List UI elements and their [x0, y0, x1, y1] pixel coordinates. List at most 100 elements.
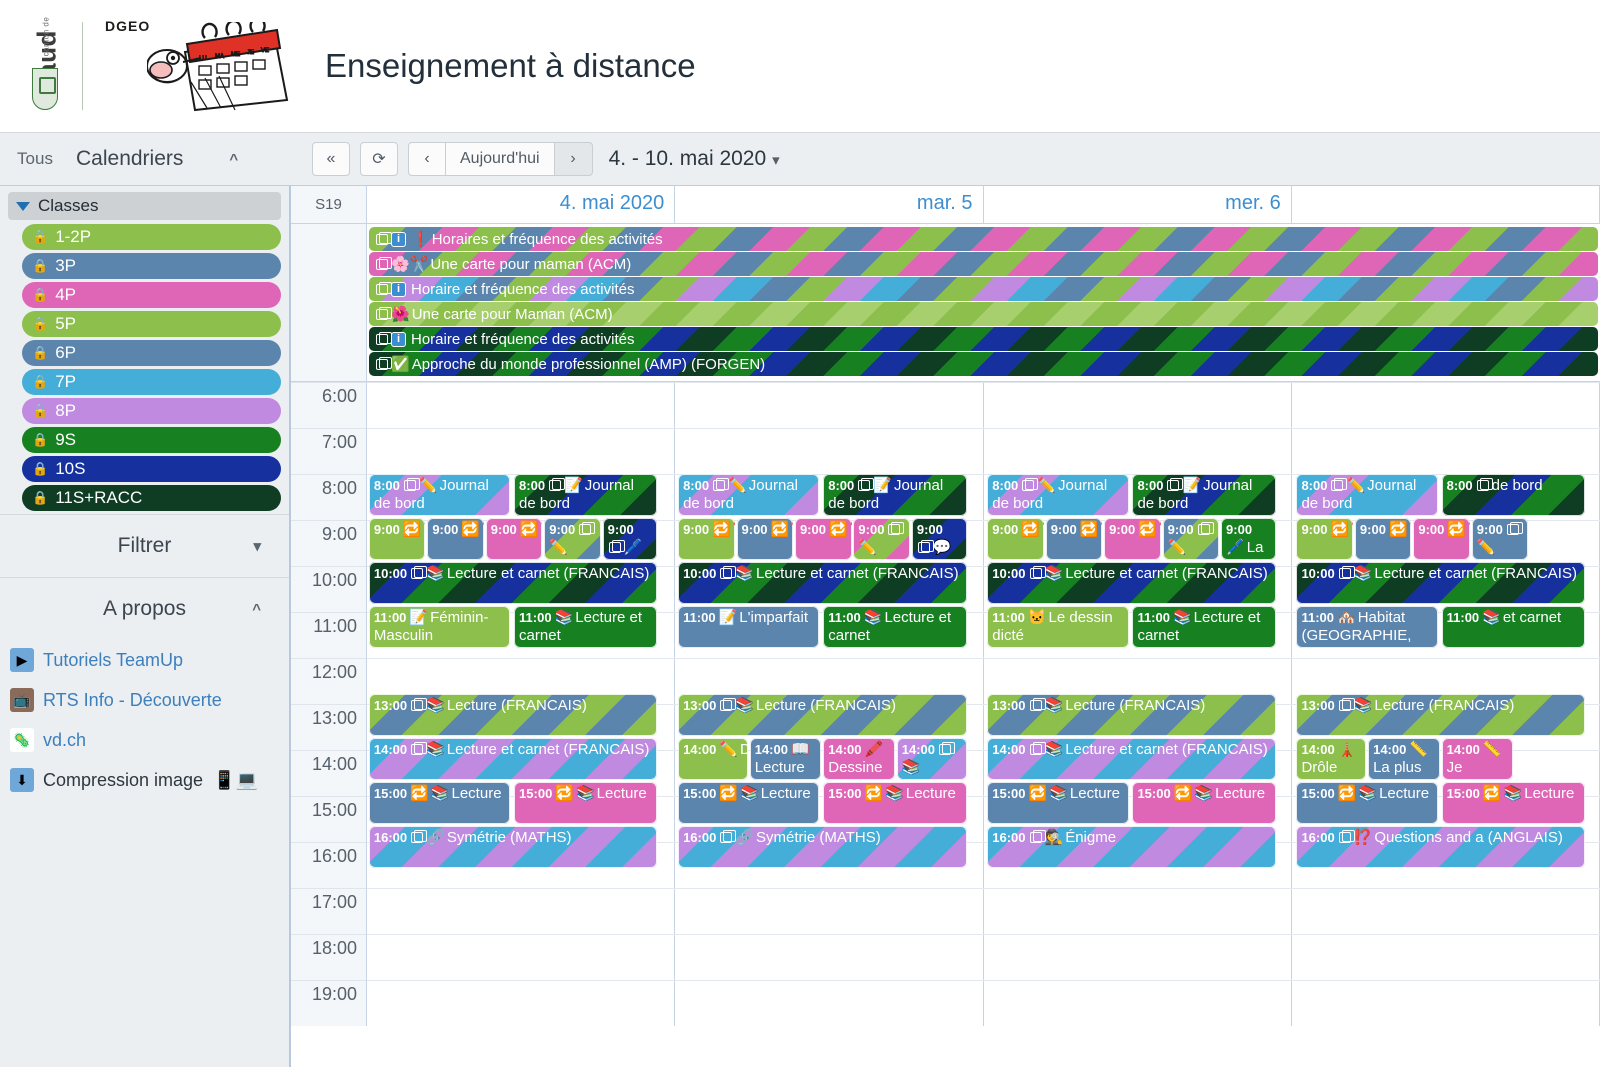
- about-section-header[interactable]: A propos ^: [0, 578, 289, 640]
- time-grid[interactable]: 6:007:008:009:0010:0011:0012:0013:0014:0…: [291, 382, 1600, 1067]
- calendar-event[interactable]: 11:00📚Lecture et carnet: [1132, 606, 1275, 648]
- day-cell[interactable]: [984, 429, 1292, 474]
- calendar-event[interactable]: 15:00🔁📚Lecture: [1442, 782, 1585, 824]
- calendar-event[interactable]: 15:00🔁📚Lecture: [1296, 782, 1437, 824]
- about-item[interactable]: 🦠vd.ch: [0, 720, 289, 760]
- hour-cells[interactable]: [367, 428, 1600, 474]
- day-header-2[interactable]: mer. 6: [984, 186, 1292, 223]
- prev-all-button[interactable]: «: [312, 142, 350, 176]
- calendar-event[interactable]: 15:00🔁📚Lecture: [1132, 782, 1275, 824]
- calendar-event[interactable]: 9:00✏️: [1472, 518, 1529, 560]
- day-cell[interactable]: [367, 429, 675, 474]
- calendar-event[interactable]: 14:00📚: [897, 738, 967, 780]
- calendar-event[interactable]: 8:00de bord: [1442, 474, 1585, 516]
- calendar-item-3p[interactable]: 🔒3P: [22, 253, 281, 279]
- hour-cells[interactable]: [367, 382, 1600, 428]
- all-day-event[interactable]: iHoraire et fréquence des activités: [369, 327, 1598, 351]
- day-header-1[interactable]: mar. 5: [675, 186, 983, 223]
- calendar-event[interactable]: 10:00📚Lecture et carnet (FRANCAIS): [369, 562, 657, 604]
- calendar-item-7p[interactable]: 🔒7P: [22, 369, 281, 395]
- chevron-down-icon[interactable]: ▾: [253, 537, 261, 555]
- calendar-item-11s+racc[interactable]: 🔒11S+RACC: [22, 485, 281, 511]
- calendar-event[interactable]: 11:00📚Lecture et carnet: [823, 606, 966, 648]
- day-header-0[interactable]: 4. mai 2020: [367, 186, 675, 223]
- calendar-event[interactable]: 9:00🔁✏️: [427, 518, 484, 560]
- calendar-event[interactable]: 9:00🔁✏️: [1046, 518, 1103, 560]
- all-day-event[interactable]: 🌺Une carte pour Maman (ACM): [369, 302, 1598, 326]
- calendar-item-8p[interactable]: 🔒8P: [22, 398, 281, 424]
- all-day-event[interactable]: 🌸✂️Une carte pour maman (ACM): [369, 252, 1598, 276]
- calendar-event[interactable]: 8:00✏️Journal de bord: [1296, 474, 1437, 516]
- date-range-selector[interactable]: 4. - 10. mai 2020▾: [609, 147, 780, 171]
- calendar-event[interactable]: 11:00📚Lecture et carnet: [514, 606, 657, 648]
- about-item[interactable]: ⬇Compression image📱💻: [0, 760, 289, 800]
- calendar-event[interactable]: 14:00📚Lecture et carnet (FRANCAIS): [369, 738, 657, 780]
- calendar-event[interactable]: 8:00✏️Journal de bord: [987, 474, 1128, 516]
- calendar-event[interactable]: 11:00🐱Le dessin dicté: [987, 606, 1128, 648]
- calendar-event[interactable]: 9:00🔁✏️: [1355, 518, 1412, 560]
- calendar-event[interactable]: 10:00📚Lecture et carnet (FRANCAIS): [1296, 562, 1584, 604]
- calendar-item-1-2p[interactable]: 🔒1-2P: [22, 224, 281, 250]
- calendar-event[interactable]: 16:00⁉️Questions and a (ANGLAIS): [1296, 826, 1584, 868]
- calendar-event[interactable]: 10:00📚Lecture et carnet (FRANCAIS): [678, 562, 966, 604]
- calendar-event[interactable]: 11:00📝L'imparfait: [678, 606, 819, 648]
- calendar-event[interactable]: 13:00📚Lecture (FRANCAIS): [1296, 694, 1584, 736]
- calendar-item-10s[interactable]: 🔒10S: [22, 456, 281, 482]
- next-button[interactable]: ›: [555, 142, 593, 176]
- calendar-event[interactable]: 9:00🔁✏️: [795, 518, 852, 560]
- calendar-event[interactable]: 9:00🔁✏️: [678, 518, 735, 560]
- calendar-event[interactable]: 9:00🔁✏️: [1413, 518, 1470, 560]
- calendar-event[interactable]: 16:00🕵️Énigme: [987, 826, 1275, 868]
- calendar-event[interactable]: 8:00✏️Journal de bord: [678, 474, 819, 516]
- day-cell[interactable]: [367, 383, 675, 428]
- calendar-event[interactable]: 15:00🔁📚Lecture: [678, 782, 819, 824]
- calendar-event[interactable]: 13:00📚Lecture (FRANCAIS): [987, 694, 1275, 736]
- calendar-event[interactable]: 14:00📏Je: [1442, 738, 1514, 780]
- all-day-event[interactable]: i❗Horaires et fréquence des activités: [369, 227, 1598, 251]
- day-cell[interactable]: [675, 383, 983, 428]
- calendar-event[interactable]: 9:00🖊️: [603, 518, 658, 560]
- calendar-event[interactable]: 9:00🔁✏️: [1104, 518, 1161, 560]
- calendar-event[interactable]: 13:00📚Lecture (FRANCAIS): [369, 694, 657, 736]
- today-button[interactable]: Aujourd'hui: [446, 142, 555, 176]
- classes-group-header[interactable]: Classes: [8, 192, 281, 220]
- refresh-button[interactable]: ⟳: [360, 142, 398, 176]
- all-day-event[interactable]: iHoraire et fréquence des activités: [369, 277, 1598, 301]
- calendar-event[interactable]: 9:00🔁✏️: [987, 518, 1044, 560]
- calendar-item-5p[interactable]: 🔒5P: [22, 311, 281, 337]
- day-header-3[interactable]: [1292, 186, 1600, 223]
- calendar-event[interactable]: 15:00🔁📚Lecture: [823, 782, 966, 824]
- prev-button[interactable]: ‹: [408, 142, 446, 176]
- calendar-event[interactable]: 15:00🔁📚Lecture: [514, 782, 657, 824]
- calendar-event[interactable]: 11:00📚et carnet: [1442, 606, 1585, 648]
- calendar-event[interactable]: 13:00📚Lecture (FRANCAIS): [678, 694, 966, 736]
- day-cell[interactable]: [675, 429, 983, 474]
- calendar-event[interactable]: 8:00📝Journal de bord: [514, 474, 657, 516]
- calendar-event[interactable]: 8:00📝Journal de bord: [823, 474, 966, 516]
- calendar-event[interactable]: 9:00✏️: [853, 518, 910, 560]
- calendar-event[interactable]: 11:00📝Féminin-Masculin: [369, 606, 510, 648]
- calendar-event[interactable]: 9:00🔁✏️: [737, 518, 794, 560]
- calendar-event[interactable]: 14:00🗼Drôle: [1296, 738, 1366, 780]
- calendar-event[interactable]: 16:00🔗Symétrie (MATHS): [369, 826, 657, 868]
- calendar-event[interactable]: 14:00📚Lecture et carnet (FRANCAIS): [987, 738, 1275, 780]
- about-item[interactable]: 📺RTS Info - Découverte: [0, 680, 289, 720]
- calendar-event[interactable]: 9:00🔁✏️: [1296, 518, 1353, 560]
- day-cell[interactable]: [984, 383, 1292, 428]
- filter-section-header[interactable]: Filtrer ▾: [0, 515, 289, 577]
- calendar-item-4p[interactable]: 🔒4P: [22, 282, 281, 308]
- day-cell[interactable]: [1292, 383, 1600, 428]
- calendar-item-9s[interactable]: 🔒9S: [22, 427, 281, 453]
- calendar-event[interactable]: 9:00✏️: [544, 518, 601, 560]
- calendar-event[interactable]: 15:00🔁📚Lecture: [369, 782, 510, 824]
- calendar-event[interactable]: 10:00📚Lecture et carnet (FRANCAIS): [987, 562, 1275, 604]
- all-day-event[interactable]: ✅Approche du monde professionnel (AMP) (…: [369, 352, 1598, 376]
- calendar-event[interactable]: 14:00📖Lecture: [750, 738, 822, 780]
- calendriers-collapse-icon[interactable]: ^: [229, 151, 238, 168]
- calendar-event[interactable]: 14:00📏La plus: [1368, 738, 1440, 780]
- calendar-event[interactable]: 9:00🔁✏️: [486, 518, 543, 560]
- calendar-event[interactable]: 15:00🔁📚Lecture: [987, 782, 1128, 824]
- calendar-event[interactable]: 9:00🖊️La: [1221, 518, 1276, 560]
- calendar-event[interactable]: 14:00✏️Drôle: [678, 738, 748, 780]
- chevron-up-icon[interactable]: ^: [252, 601, 261, 618]
